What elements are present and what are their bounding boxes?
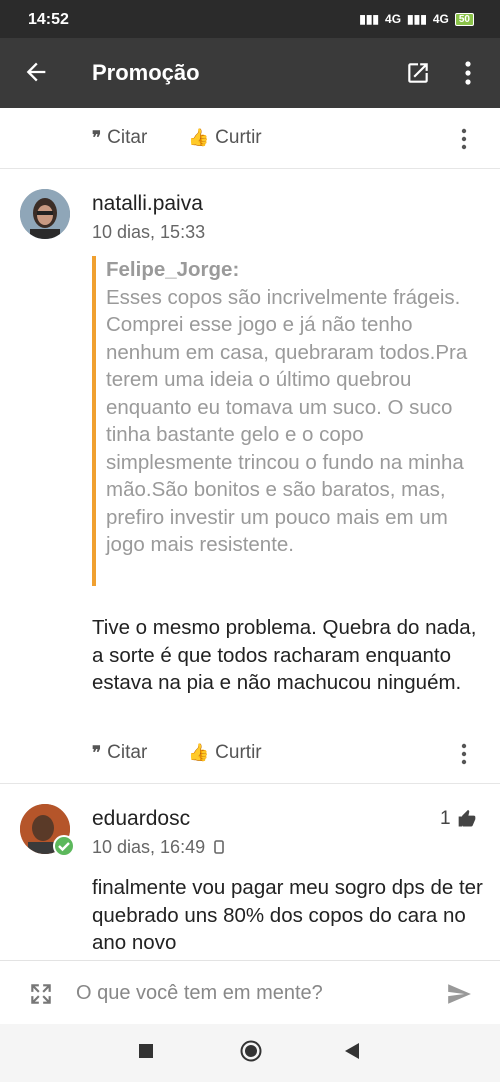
- like-count-value: 1: [440, 808, 451, 829]
- system-nav-bar: [0, 1024, 500, 1082]
- post-actions-top: ❞ Citar 👍 Curtir: [0, 118, 500, 158]
- quote-button[interactable]: ❞ Citar: [92, 742, 147, 764]
- divider: [0, 168, 500, 169]
- signal-icon-2: ▮▮▮: [407, 12, 427, 26]
- thumb-up-icon: [458, 809, 475, 827]
- username[interactable]: natalli.paiva: [92, 192, 203, 216]
- post-text: Tive o mesmo problema. Quebra do nada, a…: [92, 616, 477, 694]
- network-label-1: 4G: [385, 12, 402, 26]
- quote-button[interactable]: ❞ Citar: [92, 127, 147, 149]
- quoted-post: Felipe_Jorge: Esses copos são incrivelme…: [92, 256, 482, 586]
- send-icon[interactable]: [444, 981, 474, 1007]
- quote-text: Esses copos são incrivelmente frágeis. C…: [106, 285, 468, 557]
- more-vert-icon[interactable]: [460, 743, 468, 765]
- like-label: Curtir: [215, 742, 262, 763]
- quote-icon: ❞: [92, 128, 102, 147]
- reply-composer: O que você tem em mente?: [0, 960, 500, 1025]
- post-actions: ❞ Citar 👍 Curtir: [0, 733, 500, 773]
- like-button[interactable]: 👍 Curtir: [188, 127, 262, 149]
- avatar-image: [20, 189, 70, 239]
- username[interactable]: eduardosc: [92, 807, 190, 831]
- more-vert-icon[interactable]: [462, 60, 474, 86]
- thumb-up-icon: 👍: [188, 743, 210, 762]
- reply-input[interactable]: O que você tem em mente?: [76, 982, 323, 1005]
- status-bar: 14:52 ▮▮▮ 4G ▮▮▮ 4G 50: [0, 0, 500, 38]
- home-circle-icon[interactable]: [240, 1040, 262, 1062]
- more-vert-icon[interactable]: [460, 128, 468, 150]
- quote-label: Citar: [107, 742, 148, 763]
- arrow-left-icon[interactable]: [22, 58, 50, 86]
- post-text: finalmente vou pagar meu sogro dps de te…: [92, 876, 483, 954]
- network-label-2: 4G: [432, 12, 449, 26]
- quote-author: Felipe_Jorge:: [106, 258, 240, 281]
- status-time: 14:52: [28, 11, 69, 28]
- quote-icon: ❞: [92, 743, 102, 762]
- divider: [0, 783, 500, 784]
- nav-back-triangle-icon[interactable]: [344, 1042, 360, 1060]
- recents-square-icon[interactable]: [139, 1044, 153, 1058]
- battery-icon: 50: [454, 12, 474, 26]
- verified-badge-icon: [53, 835, 75, 857]
- like-count[interactable]: 1: [440, 808, 477, 830]
- post-timestamp: 10 dias, 16:49: [92, 837, 224, 858]
- app-bar: Promoção: [0, 38, 500, 108]
- mobile-device-icon: [214, 840, 224, 854]
- open-external-icon[interactable]: [405, 60, 431, 86]
- avatar[interactable]: [20, 189, 70, 239]
- quote-label: Citar: [107, 127, 148, 148]
- post-timestamp: 10 dias, 15:33: [92, 222, 206, 242]
- like-label: Curtir: [215, 127, 262, 148]
- signal-icon: ▮▮▮: [359, 12, 380, 26]
- timestamp-text: 10 dias, 16:49: [92, 837, 206, 857]
- like-button[interactable]: 👍 Curtir: [188, 742, 262, 764]
- thumb-up-icon: 👍: [188, 128, 210, 147]
- expand-icon[interactable]: [28, 981, 54, 1007]
- page-title: Promoção: [92, 60, 200, 85]
- status-icons: ▮▮▮ 4G ▮▮▮ 4G 50: [359, 12, 474, 26]
